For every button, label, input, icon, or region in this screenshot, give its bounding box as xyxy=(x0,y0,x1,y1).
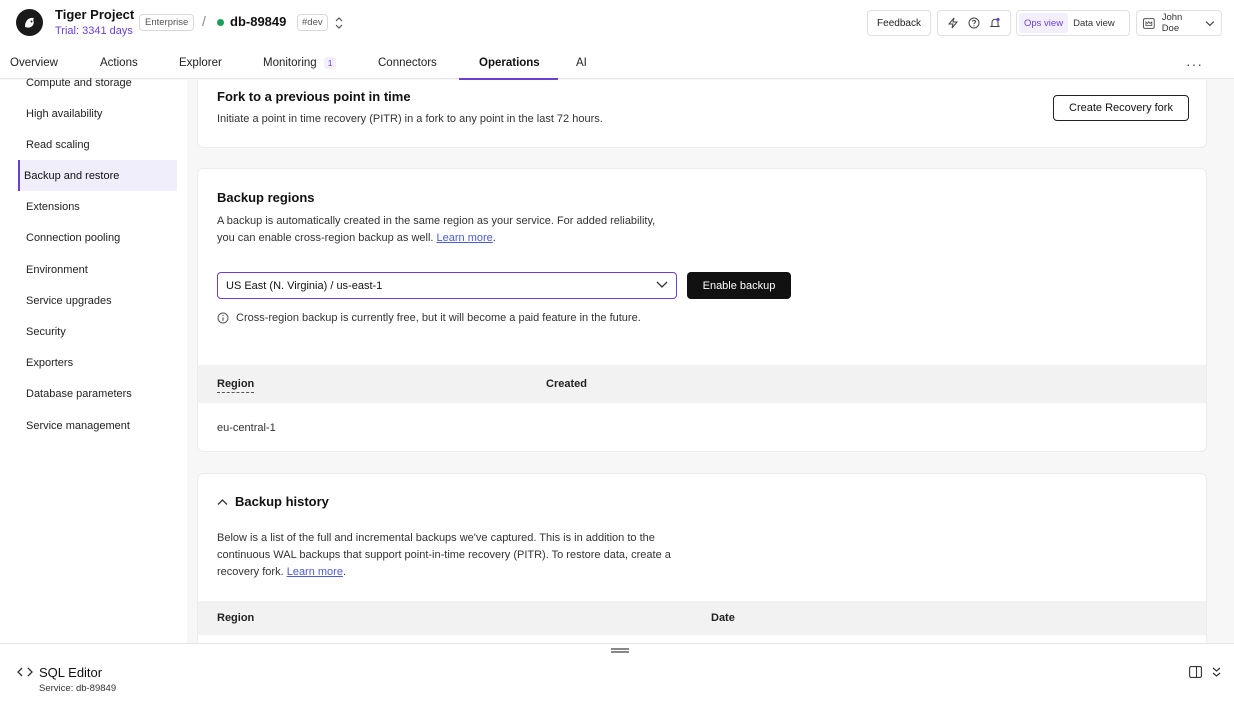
description-line: continuous WAL backups that support poin… xyxy=(217,549,671,561)
notification-bell-icon[interactable] xyxy=(988,16,1002,30)
user-name: John Doe xyxy=(1161,12,1183,34)
sql-editor-title: SQL Editor xyxy=(39,665,103,680)
sidebar-item-high-availability[interactable]: High availability xyxy=(18,98,177,129)
service-tabs: Overview Actions Explorer Monitoring 1 Co… xyxy=(0,46,1234,79)
sidebar-item-compute-and-storage[interactable]: Compute and storage xyxy=(18,67,177,98)
tab-label: Operations xyxy=(479,56,540,69)
operations-sidebar: Compute and storage High availability Re… xyxy=(0,77,187,643)
header-icon-group xyxy=(937,10,1011,36)
backup-history-table-header: Region Date xyxy=(198,601,1206,635)
tab-explorer[interactable]: Explorer xyxy=(179,46,222,79)
tab-label: AI xyxy=(576,56,587,69)
top-bar: Tiger Project Trial: 3341 days Enterpris… xyxy=(0,0,1234,46)
description-line: Below is a list of the full and incremen… xyxy=(217,532,655,544)
service-switcher-icon[interactable] xyxy=(333,15,345,31)
info-icon xyxy=(217,312,229,324)
environment-tag: #dev xyxy=(297,14,328,31)
data-view-button[interactable]: Data view xyxy=(1068,13,1120,33)
column-header-region[interactable]: Region xyxy=(217,378,255,393)
region-cell: eu-central-1 xyxy=(217,422,276,434)
learn-more-link[interactable]: Learn more xyxy=(287,566,343,578)
service-status-dot xyxy=(217,19,224,26)
backup-regions-title: Backup regions xyxy=(217,190,315,205)
create-recovery-fork-button[interactable]: Create Recovery fork xyxy=(1053,95,1189,121)
tab-operations[interactable]: Operations xyxy=(479,46,540,79)
sidebar-item-environment[interactable]: Environment xyxy=(18,254,177,285)
column-header-date: Date xyxy=(711,612,735,624)
user-menu-button[interactable]: John Doe xyxy=(1136,10,1222,36)
sidebar-item-service-management[interactable]: Service management xyxy=(18,410,177,441)
column-header-region: Region xyxy=(217,612,255,624)
collapse-chevrons-icon[interactable] xyxy=(1211,666,1222,678)
learn-more-link[interactable]: Learn more xyxy=(437,232,493,244)
plan-badge: Enterprise xyxy=(139,14,195,31)
view-toggle: Ops view Data view xyxy=(1016,10,1130,36)
tab-label: Monitoring xyxy=(263,56,317,69)
lightning-icon[interactable] xyxy=(946,16,960,30)
breadcrumb-separator: / xyxy=(202,13,206,29)
region-select-value: US East (N. Virginia) / us-east-1 xyxy=(226,279,383,292)
fork-card: Fork to a previous point in time Initiat… xyxy=(197,80,1207,148)
more-options-icon[interactable]: ··· xyxy=(1186,56,1203,72)
chevron-down-icon xyxy=(656,281,668,288)
region-select[interactable]: US East (N. Virginia) / us-east-1 xyxy=(217,272,677,299)
sidebar-item-exporters[interactable]: Exporters xyxy=(18,347,177,378)
sql-editor-service: Service: db-89849 xyxy=(39,683,117,694)
fork-description: Initiate a point in time recovery (PITR)… xyxy=(217,113,603,125)
sidebar-item-database-parameters[interactable]: Database parameters xyxy=(18,378,177,409)
sidebar-item-security[interactable]: Security xyxy=(18,316,177,347)
description-line: you can enable cross-region backup as we… xyxy=(217,232,434,244)
service-name[interactable]: db-89849 xyxy=(230,14,286,29)
sidebar-item-extensions[interactable]: Extensions xyxy=(18,191,177,222)
fork-title: Fork to a previous point in time xyxy=(217,89,411,104)
backup-history-card: Backup history Below is a list of the fu… xyxy=(197,473,1207,643)
sql-editor-bar[interactable]: SQL Editor Service: db-89849 xyxy=(0,655,1234,709)
tiger-logo-icon[interactable] xyxy=(16,9,43,36)
backup-regions-card: Backup regions A backup is automatically… xyxy=(197,168,1207,452)
sidebar-item-connection-pooling[interactable]: Connection pooling xyxy=(18,222,177,253)
tab-label: Connectors xyxy=(378,56,437,69)
description-period: . xyxy=(342,566,347,578)
trial-remaining[interactable]: Trial: 3341 days xyxy=(55,25,133,37)
description-line: A backup is automatically created in the… xyxy=(217,215,656,227)
feedback-button[interactable]: Feedback xyxy=(867,10,931,36)
description-period: . xyxy=(492,232,496,244)
main-content: Fork to a previous point in time Initiat… xyxy=(187,80,1234,643)
tab-ai[interactable]: AI xyxy=(576,46,587,79)
panel-resize-handle[interactable] xyxy=(0,643,1234,655)
crown-icon xyxy=(1143,17,1155,29)
backup-regions-description: A backup is automatically created in the… xyxy=(217,213,655,247)
tab-connectors[interactable]: Connectors xyxy=(378,46,437,79)
monitoring-count-badge: 1 xyxy=(323,56,337,69)
tab-label: Explorer xyxy=(179,56,222,69)
description-line: recovery fork. xyxy=(217,566,284,578)
info-text: Cross-region backup is currently free, b… xyxy=(236,312,641,324)
drag-grip-icon[interactable] xyxy=(611,648,629,653)
code-brackets-icon xyxy=(17,667,33,677)
backup-history-title: Backup history xyxy=(235,494,329,509)
backup-history-description: Below is a list of the full and incremen… xyxy=(217,530,671,581)
ops-view-button[interactable]: Ops view xyxy=(1019,13,1069,33)
chevron-up-icon xyxy=(217,498,228,505)
sidebar-item-backup-and-restore[interactable]: Backup and restore xyxy=(18,160,177,191)
enable-backup-button[interactable]: Enable backup xyxy=(687,272,791,299)
chevron-down-icon xyxy=(1205,20,1215,26)
sidebar-item-read-scaling[interactable]: Read scaling xyxy=(18,129,177,160)
help-icon[interactable] xyxy=(967,16,981,30)
panel-layout-icon[interactable] xyxy=(1189,666,1202,678)
cross-region-info: Cross-region backup is currently free, b… xyxy=(217,312,641,324)
column-header-created: Created xyxy=(546,378,587,390)
backup-regions-table-header: Region Created xyxy=(198,365,1206,403)
project-name[interactable]: Tiger Project xyxy=(55,7,134,22)
sidebar-item-service-upgrades[interactable]: Service upgrades xyxy=(18,285,177,316)
backup-history-toggle[interactable]: Backup history xyxy=(217,494,329,509)
tab-monitoring[interactable]: Monitoring 1 xyxy=(263,46,337,79)
